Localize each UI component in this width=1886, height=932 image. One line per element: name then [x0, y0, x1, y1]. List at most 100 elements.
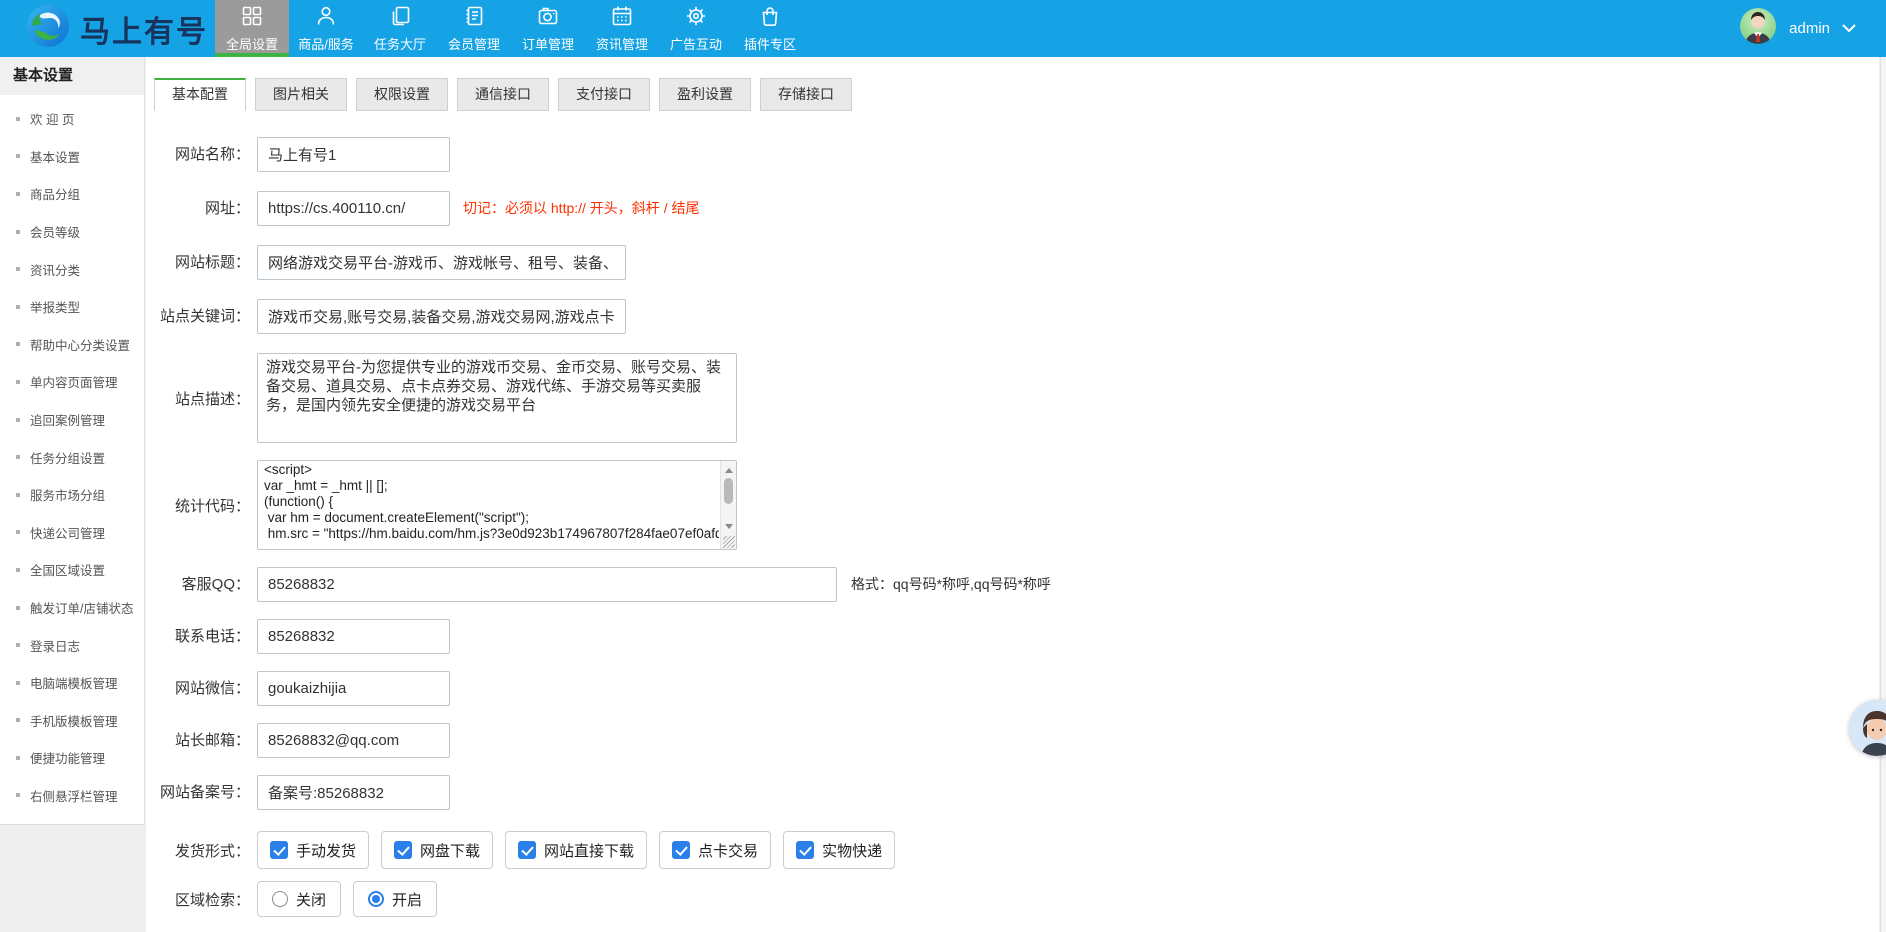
resize-grip-icon[interactable]	[723, 536, 735, 548]
sidebar-item-national-regions[interactable]: 全国区域设置	[0, 551, 144, 589]
bullet-icon	[16, 418, 20, 422]
wechat-input[interactable]	[257, 671, 450, 706]
bag-icon	[758, 4, 782, 31]
copy-icon	[388, 4, 412, 31]
sidebar-item-pc-template-mgmt[interactable]: 电脑端模板管理	[0, 664, 144, 702]
wechat-label: 网站微信：	[146, 671, 250, 706]
sidebar-item-member-levels[interactable]: 会员等级	[0, 213, 144, 251]
sidebar-item-basic-settings[interactable]: 基本设置	[0, 138, 144, 176]
bullet-icon	[16, 643, 20, 647]
checkbox-site-direct-download[interactable]: 网站直接下载	[505, 831, 647, 869]
sidebar-item-single-page-mgmt[interactable]: 单内容页面管理	[0, 363, 144, 401]
bullet-icon	[16, 793, 20, 797]
calendar-icon	[610, 4, 634, 31]
icp-input[interactable]	[257, 775, 450, 810]
stats-code-label: 统计代码：	[146, 495, 250, 516]
nav-item-task-hall[interactable]: 任务大厅	[363, 0, 437, 57]
site-keywords-input[interactable]	[257, 299, 626, 334]
sidebar-item-help-center-categories[interactable]: 帮助中心分类设置	[0, 326, 144, 364]
stats-code-textarea[interactable]: <script> var _hmt = _hmt || []; (functio…	[257, 460, 737, 550]
sidebar-item-news-categories[interactable]: 资讯分类	[0, 250, 144, 288]
sidebar-item-task-groups[interactable]: 任务分组设置	[0, 438, 144, 476]
checkbox-icon[interactable]	[796, 841, 814, 859]
checkbox-netdisk-download[interactable]: 网盘下载	[381, 831, 493, 869]
sidebar-item-express-companies[interactable]: 快递公司管理	[0, 514, 144, 552]
sidebar-item-quick-functions[interactable]: 便捷功能管理	[0, 739, 144, 777]
bullet-icon	[16, 342, 20, 346]
checkbox-icon[interactable]	[394, 841, 412, 859]
site-name-label: 网站名称：	[146, 137, 250, 172]
phone-input[interactable]	[257, 619, 450, 654]
checkbox-point-card-trade[interactable]: 点卡交易	[659, 831, 771, 869]
content-scrollbar[interactable]	[1880, 57, 1886, 932]
tab-storage-api[interactable]: 存储接口	[760, 78, 852, 111]
bullet-icon	[16, 756, 20, 760]
sidebar-title: 基本设置	[0, 57, 144, 95]
notebook-icon	[462, 4, 486, 31]
site-description-textarea[interactable]: 游戏交易平台-为您提供专业的游戏币交易、金币交易、账号交易、装备交易、道具交易、…	[257, 353, 737, 443]
sidebar-item-mobile-template-mgmt[interactable]: 手机版模板管理	[0, 702, 144, 740]
bullet-icon	[16, 568, 20, 572]
user-menu[interactable]: admin	[1739, 0, 1886, 57]
sidebar-item-trigger-order-shop-status[interactable]: 触发订单/店铺状态	[0, 589, 144, 627]
nav-item-orders[interactable]: 订单管理	[511, 0, 585, 57]
sidebar-item-welcome[interactable]: 欢 迎 页	[0, 100, 144, 138]
main-nav: 全局设置 商品/服务 任务大厅	[215, 0, 807, 57]
nav-item-global-settings[interactable]: 全局设置	[215, 0, 289, 57]
radio-region-off[interactable]: 关闭	[257, 881, 341, 917]
delivery-options: 手动发货 网盘下载 网站直接下载 点卡交易 实物快递	[257, 831, 895, 869]
nav-item-news[interactable]: 资讯管理	[585, 0, 659, 57]
tab-permissions[interactable]: 权限设置	[356, 78, 448, 111]
chevron-down-icon	[1842, 20, 1856, 38]
bullet-icon	[16, 606, 20, 610]
tab-profit-settings[interactable]: 盈利设置	[659, 78, 751, 111]
textarea-scrollbar[interactable]	[720, 461, 736, 549]
grid-icon	[240, 4, 264, 31]
checkbox-manual-delivery[interactable]: 手动发货	[257, 831, 369, 869]
scrollbar-thumb[interactable]	[724, 478, 733, 504]
bullet-icon	[16, 493, 20, 497]
bullet-icon	[16, 192, 20, 196]
nav-item-goods-services[interactable]: 商品/服务	[289, 0, 363, 57]
checkbox-physical-express[interactable]: 实物快递	[783, 831, 895, 869]
tab-images[interactable]: 图片相关	[255, 78, 347, 111]
site-keywords-label: 站点关键词：	[146, 299, 250, 334]
service-qq-note: 格式：qq号码*称呼,qq号码*称呼	[851, 567, 1051, 602]
site-title-input[interactable]	[257, 245, 626, 280]
bullet-icon	[16, 455, 20, 459]
scroll-up-arrow-icon[interactable]	[721, 463, 736, 477]
tab-payment-api[interactable]: 支付接口	[558, 78, 650, 111]
sidebar-item-recovery-cases[interactable]: 追回案例管理	[0, 401, 144, 439]
admin-page: 马上有号 全局设置 商品/服务	[0, 0, 1886, 932]
radio-region-on[interactable]: 开启	[353, 881, 437, 917]
site-url-label: 网址：	[146, 191, 250, 226]
radio-icon[interactable]	[368, 891, 384, 907]
sidebar-item-service-market-groups[interactable]: 服务市场分组	[0, 476, 144, 514]
tab-basic-config[interactable]: 基本配置	[154, 78, 246, 111]
nav-item-members[interactable]: 会员管理	[437, 0, 511, 57]
bullet-icon	[16, 718, 20, 722]
checkbox-icon[interactable]	[270, 841, 288, 859]
region-search-options: 关闭 开启	[257, 881, 437, 917]
site-name-input[interactable]	[257, 137, 450, 172]
bullet-icon	[16, 530, 20, 534]
checkbox-icon[interactable]	[672, 841, 690, 859]
scroll-down-arrow-icon[interactable]	[721, 519, 736, 533]
logo[interactable]: 马上有号	[0, 0, 215, 57]
nav-item-plugins[interactable]: 插件专区	[733, 0, 807, 57]
sidebar-list: 欢 迎 页 基本设置 商品分组 会员等级 资讯分类 举报类型 帮助中心分类设置 …	[0, 95, 144, 814]
bullet-icon	[16, 154, 20, 158]
nav-item-ads[interactable]: 广告互动	[659, 0, 733, 57]
sidebar-item-report-types[interactable]: 举报类型	[0, 288, 144, 326]
settings-tabs: 基本配置 图片相关 权限设置 通信接口 支付接口 盈利设置 存储接口	[154, 78, 1879, 111]
service-qq-input[interactable]	[257, 567, 837, 602]
user-icon	[314, 4, 338, 31]
sidebar-item-goods-groups[interactable]: 商品分组	[0, 175, 144, 213]
sidebar-item-login-logs[interactable]: 登录日志	[0, 626, 144, 664]
radio-icon[interactable]	[272, 891, 288, 907]
tab-communication-api[interactable]: 通信接口	[457, 78, 549, 111]
sidebar-item-right-float-bar[interactable]: 右侧悬浮栏管理	[0, 777, 144, 815]
email-input[interactable]	[257, 723, 450, 758]
checkbox-icon[interactable]	[518, 841, 536, 859]
site-url-input[interactable]	[257, 191, 450, 226]
